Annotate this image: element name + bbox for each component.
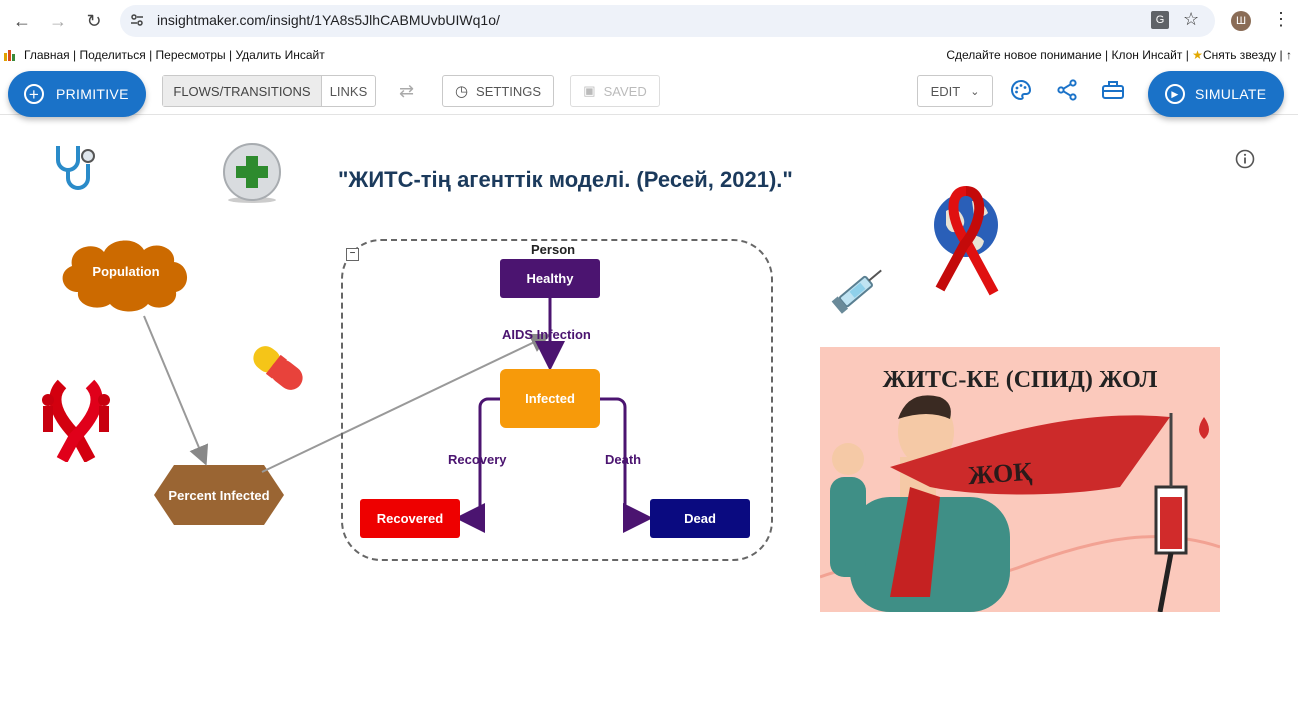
transition-death[interactable]: Death [605, 452, 641, 467]
banner-scarf-word: ЖОҚ [967, 456, 1034, 491]
transition-recovery[interactable]: Recovery [448, 452, 507, 467]
state-infected[interactable]: Infected [500, 369, 600, 428]
collapse-icon[interactable]: − [346, 248, 359, 261]
state-recovered[interactable]: Recovered [360, 499, 460, 538]
state-dead[interactable]: Dead [650, 499, 750, 538]
aids-awareness-banner[interactable]: ЖИТС-КЕ (СПИД) ЖОЛ ЖОҚ [820, 347, 1220, 612]
syringe-icon[interactable] [830, 262, 888, 321]
agent-label: Person [531, 242, 576, 257]
globe-ribbon-icon[interactable] [928, 181, 1008, 304]
transition-aids-infection[interactable]: AIDS Infection [502, 327, 591, 342]
aids-ribbon-people-icon[interactable] [38, 378, 114, 467]
state-healthy[interactable]: Healthy [500, 259, 600, 298]
pill-capsule-icon[interactable] [244, 336, 312, 405]
